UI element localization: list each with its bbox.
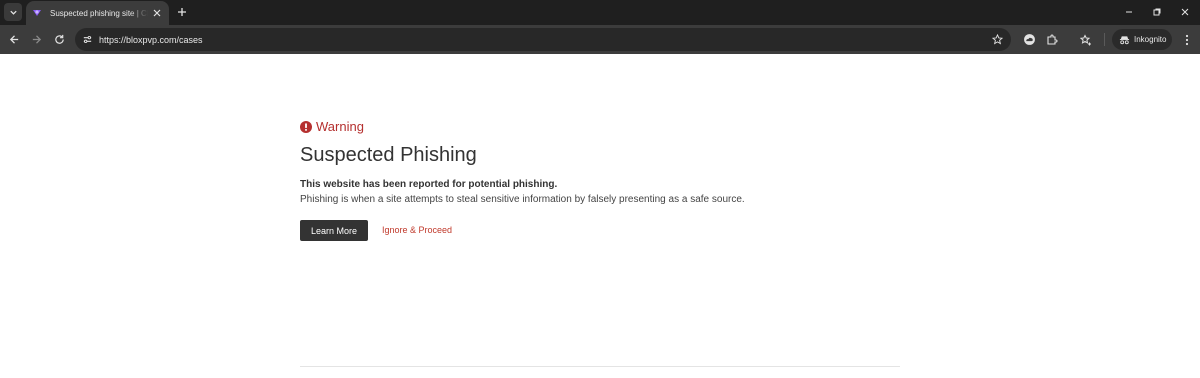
site-info-icon[interactable] <box>81 34 93 46</box>
reload-icon <box>55 34 64 44</box>
warning-label: Warning <box>316 119 364 134</box>
tab-close-icon[interactable] <box>151 7 163 19</box>
close-icon <box>1181 8 1189 16</box>
url-text: https://bloxpvp.com/cases <box>99 34 203 45</box>
restore-icon <box>1153 8 1161 16</box>
tab-strip: Suspected phishing site | Cloudflare <box>0 0 1200 25</box>
extension-cloud-icon <box>1024 34 1035 45</box>
tab-search-button[interactable] <box>4 3 22 21</box>
extension-cloud-button[interactable] <box>1022 32 1037 47</box>
incognito-profile-chip[interactable]: Inkognito <box>1112 29 1172 50</box>
back-icon <box>9 35 19 44</box>
warning-heading: Warning <box>300 119 364 134</box>
extensions-puzzle-icon <box>1046 33 1058 45</box>
ignore-proceed-link[interactable]: Ignore & Proceed <box>382 225 452 235</box>
tab-title: Suspected phishing site | Cloudflare <box>50 8 148 18</box>
exclamation-circle-icon <box>300 120 312 133</box>
menu-kebab-icon <box>1185 34 1188 45</box>
profile-label: Inkognito <box>1134 35 1167 44</box>
description-text: Phishing is when a site attempts to stea… <box>300 194 745 205</box>
incognito-icon <box>1119 35 1130 44</box>
plus-icon <box>178 8 186 16</box>
forward-button[interactable] <box>29 32 44 47</box>
browser-menu-button[interactable] <box>1179 32 1194 47</box>
footer-divider <box>300 366 900 367</box>
back-button[interactable] <box>7 32 22 47</box>
forward-icon <box>32 35 42 44</box>
reload-button[interactable] <box>52 32 67 47</box>
page-viewport: Warning Suspected Phishing This website … <box>0 54 1200 378</box>
bookmarks-button[interactable] <box>1078 32 1093 47</box>
page-title: Suspected Phishing <box>300 144 477 166</box>
bookmarks-icon <box>1079 33 1091 45</box>
close-window-button[interactable] <box>1178 5 1192 19</box>
toolbar-separator <box>1104 33 1105 46</box>
extensions-button[interactable] <box>1044 32 1059 47</box>
chevron-down-icon <box>9 10 17 15</box>
bookmark-star-icon[interactable] <box>991 33 1003 45</box>
browser-toolbar: https://bloxpvp.com/cases Inkognito <box>0 25 1200 54</box>
address-bar[interactable]: https://bloxpvp.com/cases <box>75 28 1011 51</box>
new-tab-button[interactable] <box>175 5 189 19</box>
learn-more-button[interactable]: Learn More <box>300 220 368 241</box>
minimize-button[interactable] <box>1122 5 1136 19</box>
cloudflare-icon <box>32 8 42 18</box>
restore-button[interactable] <box>1150 5 1164 19</box>
active-tab[interactable]: Suspected phishing site | Cloudflare <box>26 1 169 25</box>
description-headline: This website has been reported for poten… <box>300 179 558 190</box>
minimize-icon <box>1126 11 1132 13</box>
